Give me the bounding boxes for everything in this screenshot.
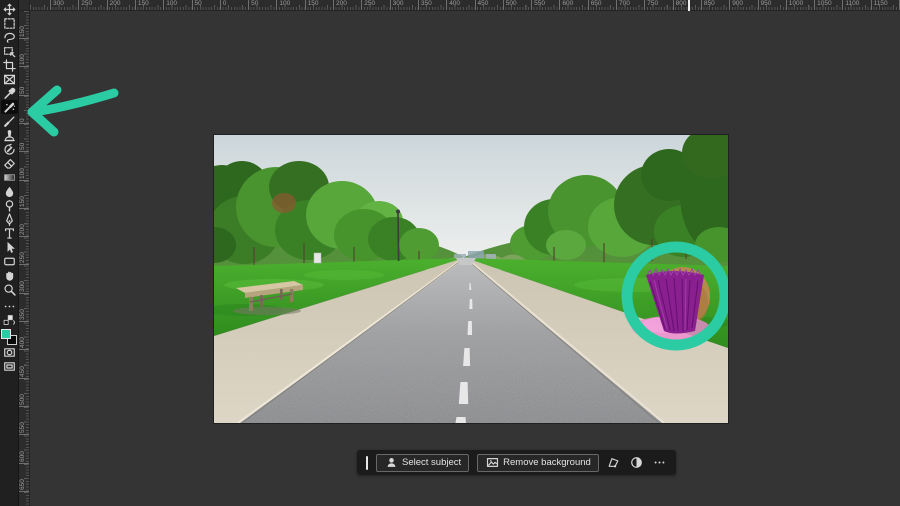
h-ruler-label: 100	[276, 0, 290, 10]
type-tool[interactable]	[1, 226, 18, 240]
v-ruler-label: 0	[19, 118, 29, 124]
h-ruler-label: 300	[50, 0, 64, 10]
history-brush-tool[interactable]	[1, 142, 18, 156]
edit-toolbar-icon[interactable]	[1, 299, 18, 313]
document-canvas[interactable]	[214, 135, 728, 423]
taskbar-icon-group	[607, 456, 667, 470]
horizontal-ruler: 300 250 200 150 100 50 0 50 100 150 200 250 300 350 40…	[30, 0, 900, 11]
more-options-icon[interactable]	[653, 456, 667, 470]
blur-tool[interactable]	[1, 184, 18, 198]
color-swatches[interactable]	[1, 329, 17, 345]
h-ruler-label: 1000	[785, 0, 803, 10]
h-ruler-label: 950	[757, 0, 771, 10]
h-ruler-label: 150	[134, 0, 149, 10]
swap-swatches-icon[interactable]	[1, 313, 18, 327]
quick-mask-icon[interactable]	[1, 345, 18, 359]
clone-stamp-tool[interactable]	[1, 128, 18, 142]
h-ruler-label: 850	[700, 0, 715, 10]
v-ruler-label: 500	[19, 394, 29, 407]
h-ruler-label: 700	[616, 0, 630, 10]
adjustments-icon[interactable]	[630, 456, 644, 470]
vertical-ruler: 150 100 50 0 50 100 150 200 250 300 350 400 450 500 55…	[19, 11, 30, 506]
foreground-color-swatch[interactable]	[1, 329, 11, 339]
remove-background-button[interactable]: Remove background	[477, 453, 599, 472]
h-ruler-label: 300	[389, 0, 403, 10]
frame-tool[interactable]	[1, 72, 18, 86]
shape-tool[interactable]	[1, 254, 18, 268]
h-ruler-label: 350	[417, 0, 432, 10]
move-tool[interactable]	[1, 2, 18, 16]
screen-mode-icon[interactable]	[1, 359, 18, 373]
gradient-tool[interactable]	[1, 170, 18, 184]
h-ruler-label: 200	[106, 0, 120, 10]
h-ruler-label: 500	[502, 0, 517, 10]
dodge-tool[interactable]	[1, 198, 18, 212]
brush-tool[interactable]	[1, 114, 18, 128]
hand-tool[interactable]	[1, 268, 18, 282]
h-ruler-label: 100	[163, 0, 177, 10]
h-ruler-label: 600	[559, 0, 573, 10]
path-selection-tool[interactable]	[1, 240, 18, 254]
v-ruler-label: 150	[19, 26, 29, 39]
object-selection-tool[interactable]	[1, 44, 18, 58]
lasso-tool[interactable]	[1, 30, 18, 44]
h-ruler-label: 750	[644, 0, 658, 10]
tool-strip	[0, 0, 19, 506]
h-ruler-label: 200	[333, 0, 347, 10]
h-ruler-label: 50	[191, 0, 202, 10]
v-ruler-label: 100	[19, 54, 29, 68]
select-subject-label: Select subject	[402, 456, 462, 468]
h-ruler-label: 0	[219, 0, 226, 10]
v-ruler-label: 100	[19, 168, 29, 181]
v-ruler-label: 50	[19, 86, 29, 96]
v-ruler-label: 550	[19, 422, 29, 436]
remove-background-label: Remove background	[503, 456, 591, 468]
ruler-corner	[19, 0, 30, 11]
eyedropper-tool[interactable]	[1, 86, 18, 100]
h-ruler-label: 250	[361, 0, 375, 10]
v-ruler-label: 200	[19, 224, 29, 238]
person-icon	[384, 456, 398, 470]
v-ruler-label: 300	[19, 281, 29, 294]
h-ruler-label: 550	[531, 0, 545, 10]
remove-tool[interactable]	[0, 100, 18, 114]
v-ruler-label: 350	[19, 309, 29, 322]
select-subject-button[interactable]: Select subject	[376, 453, 470, 472]
h-ruler-label: 450	[474, 0, 488, 10]
v-ruler-label: 450	[19, 366, 29, 379]
h-ruler-label: 400	[446, 0, 460, 10]
h-ruler-label: 1150	[870, 0, 888, 10]
transform-icon[interactable]	[607, 456, 621, 470]
contextual-task-bar: Select subject Remove background	[357, 450, 676, 475]
eraser-tool[interactable]	[1, 156, 18, 170]
h-ruler-label: 1100	[842, 0, 859, 10]
image-icon	[485, 456, 499, 470]
h-ruler-label: 900	[729, 0, 743, 10]
h-ruler-label: 800	[672, 0, 686, 10]
h-ruler-label: 650	[587, 0, 602, 10]
annotation-arrow	[27, 85, 119, 137]
v-ruler-label: 250	[19, 253, 29, 266]
marquee-tool[interactable]	[1, 16, 18, 30]
h-ruler-label: 250	[78, 0, 92, 10]
v-ruler-label: 650	[19, 479, 29, 492]
crop-tool[interactable]	[1, 58, 18, 72]
taskbar-drag-handle[interactable]	[366, 455, 368, 470]
h-ruler-label: 150	[304, 0, 319, 10]
zoom-tool[interactable]	[1, 282, 18, 296]
ruler-cursor-marker	[688, 0, 690, 11]
v-ruler-label: 400	[19, 337, 29, 351]
photo-editor-window: 300 250 200 150 100 50 0 50 100 150 200 250 300 350 40…	[0, 0, 900, 506]
v-ruler-label: 150	[19, 196, 29, 209]
h-ruler-label: 1050	[814, 0, 832, 10]
h-ruler-label: 50	[248, 0, 258, 10]
pen-tool[interactable]	[1, 212, 18, 226]
v-ruler-label: 600	[19, 451, 29, 464]
v-ruler-label: 50	[19, 143, 29, 153]
